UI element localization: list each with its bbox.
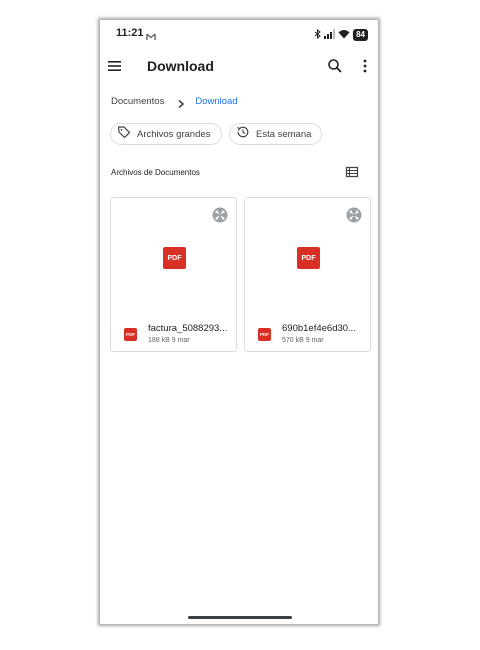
page-title: Download bbox=[147, 58, 214, 74]
wifi-icon bbox=[338, 26, 350, 44]
status-icons: 84 bbox=[314, 26, 368, 44]
filter-chip-label: Archivos grandes bbox=[137, 128, 211, 140]
pdf-file-icon: PDF bbox=[124, 328, 137, 341]
battery-icon: 84 bbox=[353, 29, 368, 41]
status-bar: 11:21 84 bbox=[100, 20, 378, 48]
pdf-thumbnail-label: PDF bbox=[301, 254, 316, 262]
breadcrumb: Documentos Download bbox=[111, 94, 238, 109]
bluetooth-icon bbox=[314, 26, 321, 44]
more-vert-icon[interactable] bbox=[362, 57, 378, 75]
file-card[interactable]: PDF PDF factura_5088293... 188 kB 9 mar bbox=[110, 197, 237, 352]
home-indicator[interactable] bbox=[188, 616, 292, 619]
pdf-thumbnail-label: PDF bbox=[167, 254, 182, 262]
pdf-thumbnail-icon: PDF bbox=[163, 247, 186, 269]
filter-chip-this-week[interactable]: Esta semana bbox=[229, 123, 322, 145]
pdf-thumbnail-icon: PDF bbox=[297, 247, 320, 269]
file-name: 690b1ef4e6d30... bbox=[282, 323, 356, 334]
gmail-icon bbox=[146, 28, 156, 46]
pdf-file-icon-label: PDF bbox=[260, 332, 269, 337]
signal-icon bbox=[324, 26, 336, 44]
breadcrumb-parent[interactable]: Documentos bbox=[111, 96, 164, 107]
menu-icon[interactable] bbox=[106, 57, 124, 75]
file-meta: 188 kB 9 mar bbox=[148, 337, 190, 344]
select-checkbox-icon[interactable] bbox=[346, 207, 362, 223]
tag-icon bbox=[117, 125, 137, 144]
chevron-right-icon bbox=[176, 96, 186, 109]
pdf-file-icon: PDF bbox=[258, 328, 271, 341]
file-meta: 570 kB 9 mar bbox=[282, 337, 324, 344]
file-card[interactable]: PDF PDF 690b1ef4e6d30... 570 kB 9 mar bbox=[244, 197, 371, 352]
app-bar: Download bbox=[100, 52, 378, 82]
section-title: Archivos de Documentos bbox=[111, 168, 200, 177]
filter-chip-label: Esta semana bbox=[256, 128, 312, 140]
search-icon[interactable] bbox=[326, 57, 344, 75]
file-name: factura_5088293... bbox=[148, 323, 228, 334]
breadcrumb-current: Download bbox=[195, 95, 238, 107]
filter-chip-large-files[interactable]: Archivos grandes bbox=[110, 123, 222, 145]
select-checkbox-icon[interactable] bbox=[212, 207, 228, 223]
phone-screen: 11:21 84 Download Documentos Download Ar… bbox=[100, 20, 378, 624]
pdf-file-icon-label: PDF bbox=[126, 332, 135, 337]
history-icon bbox=[236, 125, 256, 144]
status-time: 11:21 bbox=[116, 27, 144, 39]
list-view-icon[interactable] bbox=[345, 165, 359, 179]
